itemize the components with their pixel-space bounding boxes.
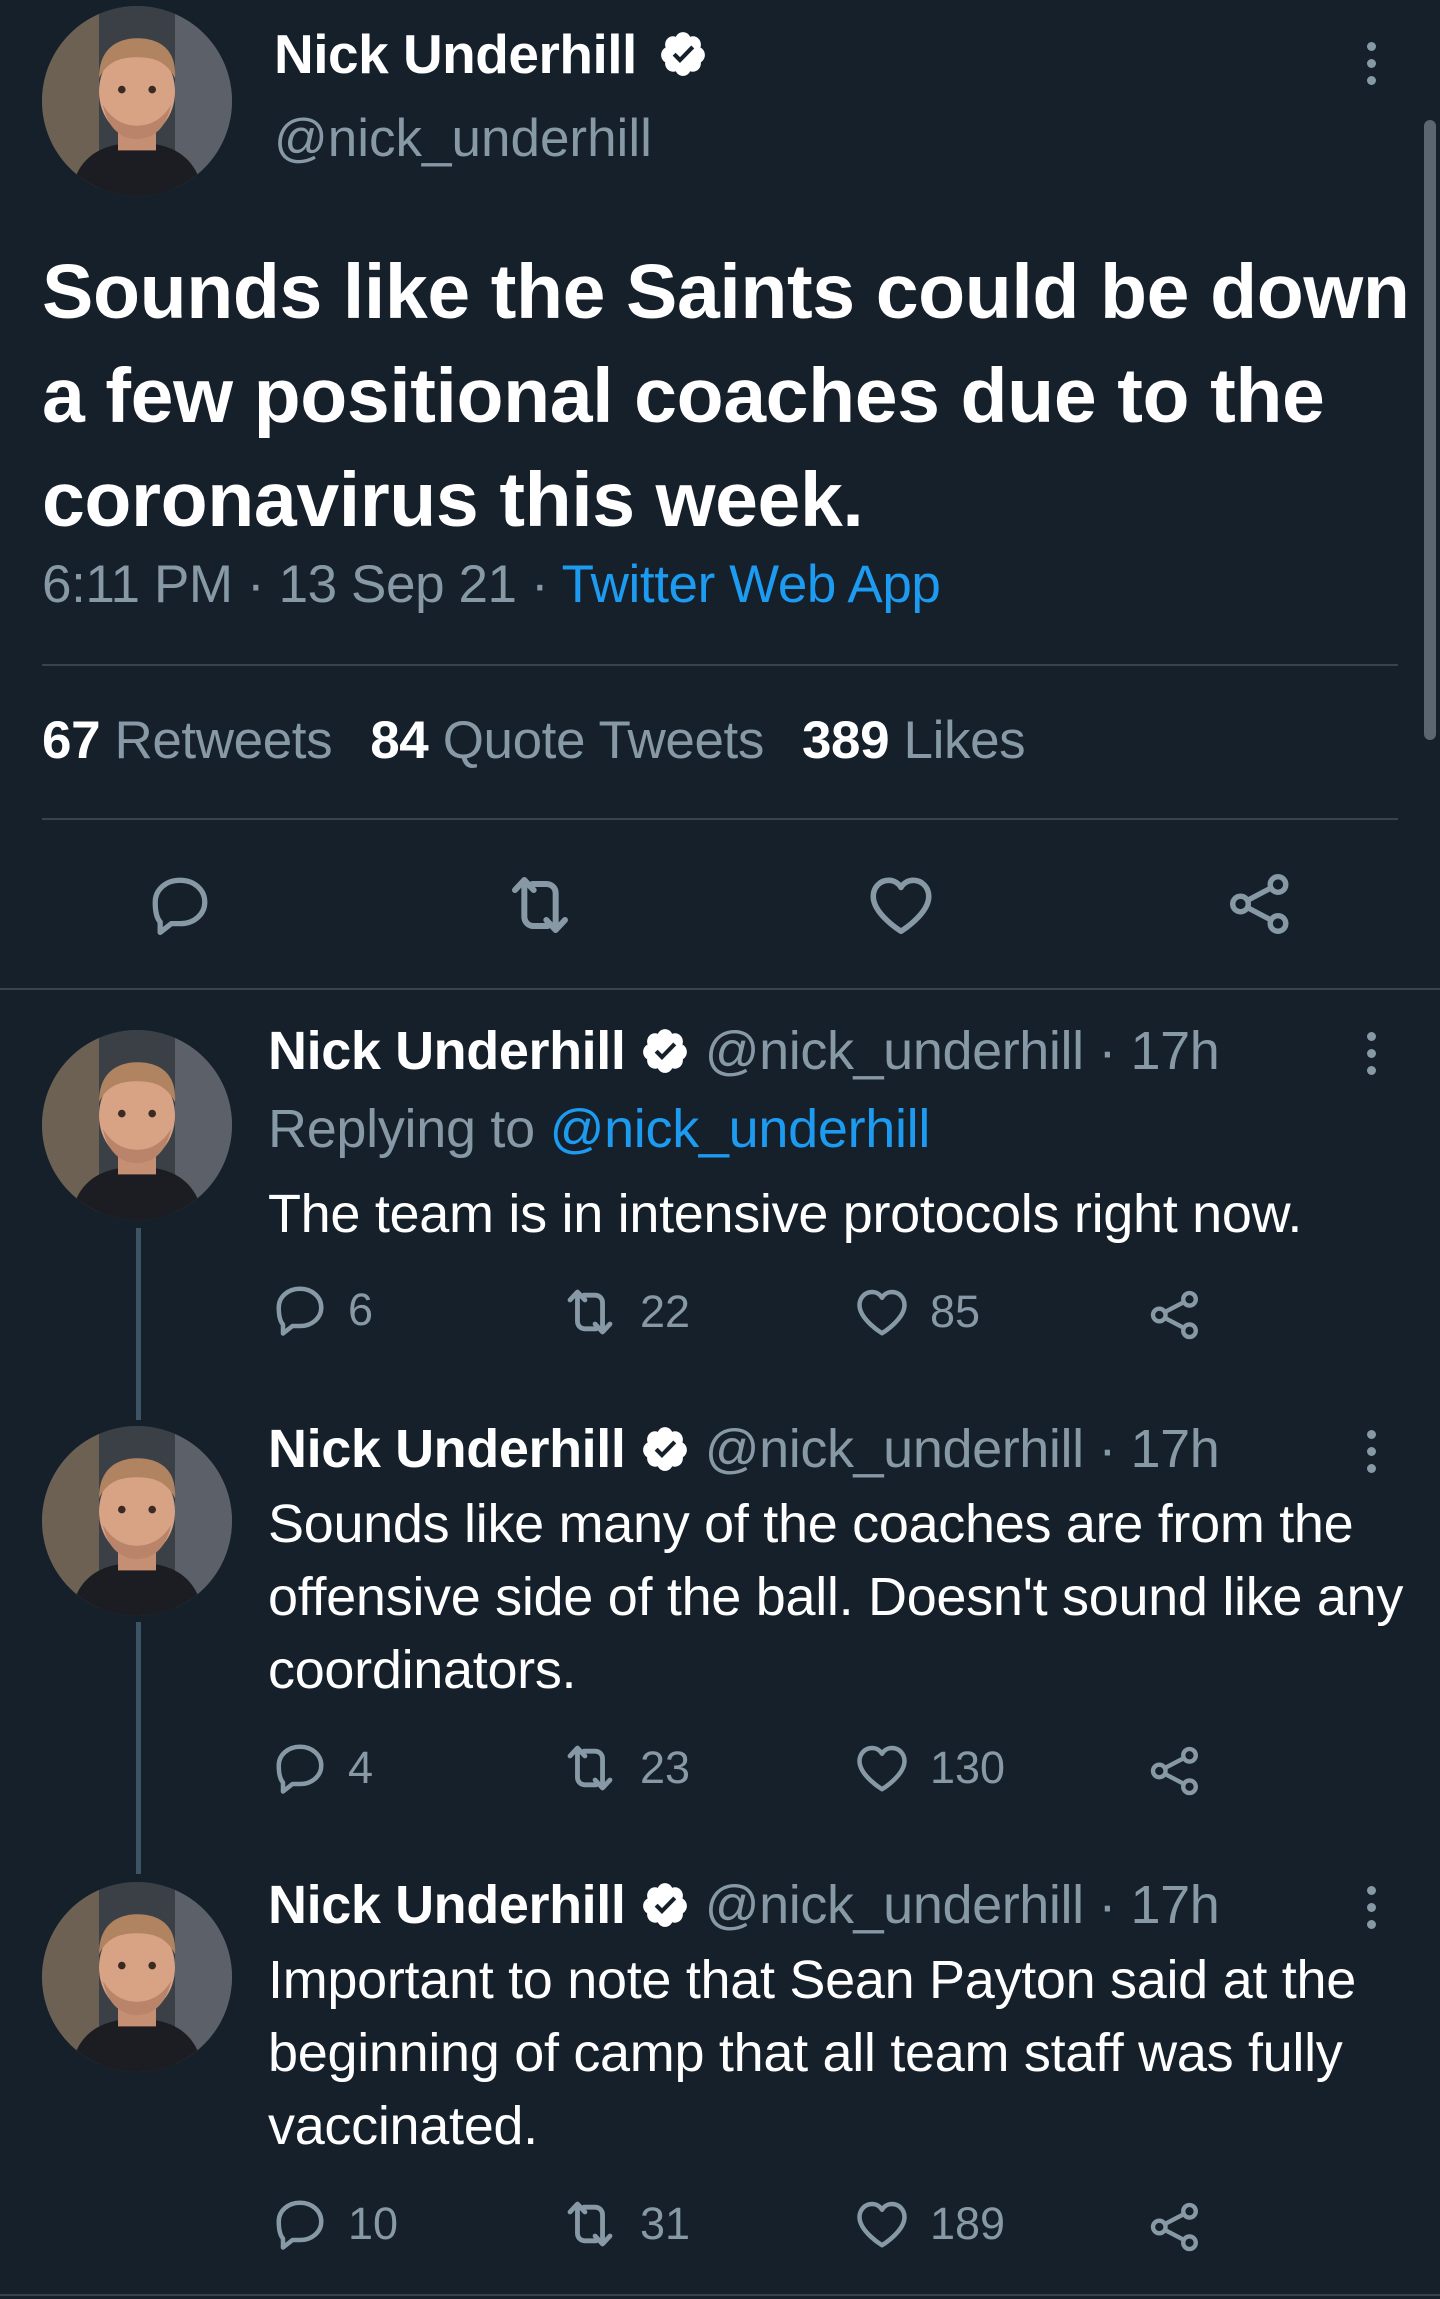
reply-time[interactable]: · 17h [1098,1021,1219,1081]
like-count: 189 [930,2198,1006,2249]
reply-count: 6 [348,1284,374,1335]
likes-stat[interactable]: 389 Likes [802,711,1026,770]
reply-icon [270,1738,330,1798]
scrollbar[interactable] [1424,120,1436,740]
verified-badge-icon [640,1424,690,1474]
reply-time[interactable]: · 17h [1098,1419,1219,1479]
verified-badge-icon [640,1026,690,1076]
divider [42,818,1398,820]
divider [42,664,1398,666]
reply-time[interactable]: · 17h [1098,1875,1219,1935]
more-options-icon[interactable] [1364,1430,1378,1473]
reply-button[interactable]: 6 [270,1280,373,1340]
reply-handle[interactable]: @nick_underhill [705,1419,1084,1479]
thread-connector [136,1622,141,1874]
retweet-count: 22 [640,1286,691,1337]
retweet-button[interactable]: 23 [558,1736,690,1800]
retweet-button[interactable]: 22 [558,1280,690,1344]
like-icon [852,1282,912,1342]
reply-text: Important to note that Sean Payton said … [268,1950,1356,2156]
reply-button[interactable]: 10 [270,2194,398,2254]
reply-icon [270,1280,330,1340]
retweet-icon [558,1280,622,1344]
replying-to: Replying to @nick_underhill [268,1099,931,1159]
reply-avatar[interactable] [42,1882,232,2072]
retweet-button[interactable]: 31 [558,2192,690,2256]
reply-handle[interactable]: @nick_underhill [705,1021,1084,1081]
reply-author-name[interactable]: Nick Underhill [268,1021,626,1081]
author-name-text: Nick Underhill [274,23,637,85]
like-count: 85 [930,1286,981,1337]
quote-tweets-stat[interactable]: 84 Quote Tweets [370,711,764,770]
reply-count: 4 [348,1742,374,1793]
share-icon[interactable] [1146,1742,1204,1800]
tweet-text: Sounds like the Saints could be down a f… [42,249,1410,543]
tweet-stats: 67 Retweets 84 Quote Tweets 389 Likes [42,710,1026,771]
reply-header: Nick Underhill @nick_underhill · 17h [268,1020,1220,1082]
reply-count: 10 [348,2198,399,2249]
author-avatar[interactable] [42,6,232,196]
like-count: 130 [930,1742,1006,1793]
more-options-icon[interactable] [1364,1032,1378,1075]
retweet-count: 23 [640,1742,691,1793]
more-options-icon[interactable] [1364,42,1378,85]
reply-text: The team is in intensive protocols right… [268,1184,1303,1244]
more-options-icon[interactable] [1364,1886,1378,1929]
share-icon[interactable] [1146,2198,1204,2256]
reply-author-name[interactable]: Nick Underhill [268,1875,626,1935]
reply-avatar[interactable] [42,1426,232,1616]
like-button[interactable]: 130 [852,1738,1005,1798]
tweet-meta: 6:11 PM · 13 Sep 21 · Twitter Web App [42,554,941,615]
retweet-icon [558,1736,622,1800]
like-icon [852,1738,912,1798]
like-icon[interactable] [864,868,938,942]
like-button[interactable]: 189 [852,2194,1005,2254]
tweet-date[interactable]: 13 Sep 21 [279,555,517,614]
retweet-icon[interactable] [500,865,580,945]
divider [0,2294,1440,2296]
reply-button[interactable]: 4 [270,1738,373,1798]
retweet-count: 31 [640,2198,691,2249]
retweets-stat[interactable]: 67 Retweets [42,711,333,770]
verified-badge-icon [640,1880,690,1930]
reply-header: Nick Underhill @nick_underhill · 17h [268,1874,1220,1936]
author-name[interactable]: Nick Underhill [274,22,708,86]
reply-header: Nick Underhill @nick_underhill · 17h [268,1418,1220,1480]
thread-connector [136,1228,141,1420]
retweet-icon [558,2192,622,2256]
reply-icon [270,2194,330,2254]
share-icon[interactable] [1224,868,1296,940]
reply-text: Sounds like many of the coaches are from… [268,1494,1404,1700]
reply-author-name[interactable]: Nick Underhill [268,1419,626,1479]
divider [0,988,1440,990]
share-icon[interactable] [1146,1286,1204,1344]
tweet-time[interactable]: 6:11 PM [42,555,233,614]
meta-separator: · [232,555,279,614]
verified-badge-icon [658,29,708,79]
tweet-source-link[interactable]: Twitter Web App [562,555,941,614]
like-button[interactable]: 85 [852,1282,980,1342]
replying-to-link[interactable]: @nick_underhill [550,1099,931,1159]
reply-avatar[interactable] [42,1030,232,1220]
author-handle[interactable]: @nick_underhill [274,108,652,169]
like-icon [852,2194,912,2254]
reply-icon[interactable] [145,870,215,940]
reply-handle[interactable]: @nick_underhill [705,1875,1084,1935]
meta-separator: · [516,555,562,614]
